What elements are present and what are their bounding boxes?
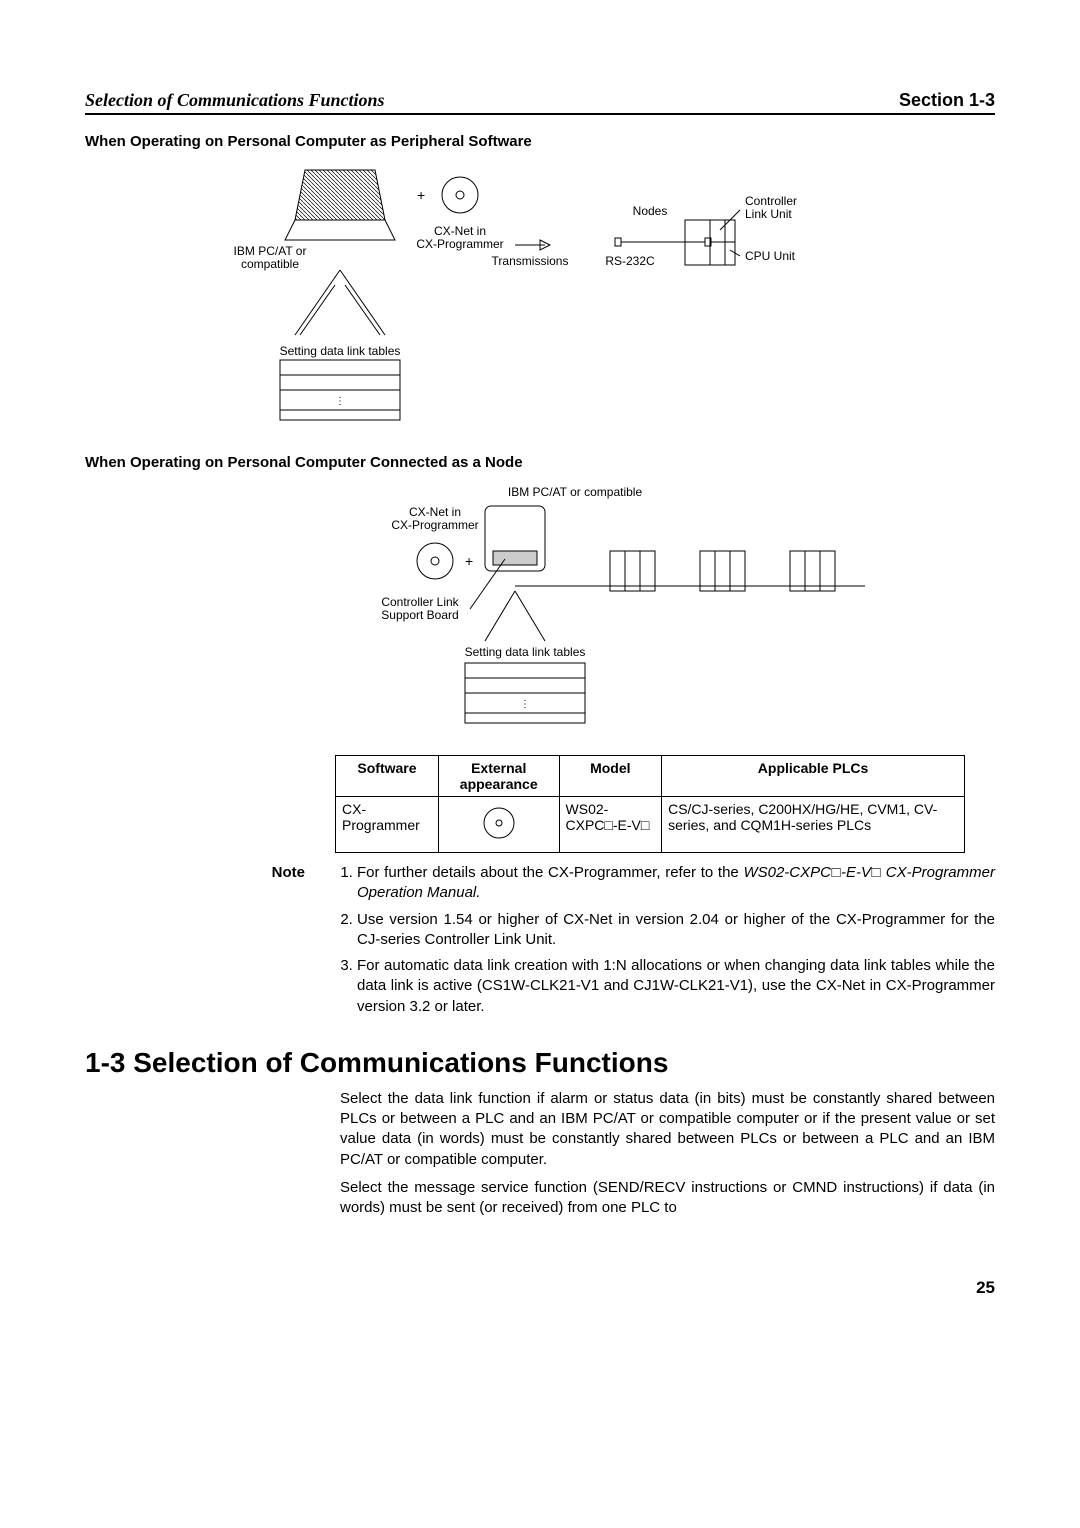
subheading-1: When Operating on Personal Computer as P… [85, 133, 995, 150]
table-row: CX-Programmer WS02-CXPC□-E-V□ CS/CJ-seri… [336, 797, 965, 853]
note-2: Use version 1.54 or higher of CX-Net in … [357, 910, 995, 951]
diag1-plus: + [417, 187, 425, 203]
para-2: Select the message service function (SEN… [340, 1178, 995, 1219]
diag1-cxnet-l1: CX-Net in [434, 224, 486, 238]
th-model: Model [559, 756, 662, 797]
diag2-plus: + [465, 553, 473, 569]
note-3: For automatic data link creation with 1:… [357, 956, 995, 1017]
diag1-ctrl-l1: Controller [745, 194, 797, 208]
diag1-cxnet-l2: CX-Programmer [416, 237, 503, 251]
diag1-ibm-l2: compatible [241, 257, 299, 271]
running-head-right: Section 1-3 [899, 90, 995, 111]
note-label: Note [245, 863, 305, 1023]
diag1-ctrl-l2: Link Unit [745, 207, 792, 221]
diag1-cpu: CPU Unit [745, 249, 796, 263]
diag2-cxnet-l1: CX-Net in [409, 505, 461, 519]
section-title: 1-3 Selection of Communications Function… [85, 1047, 995, 1079]
diag1-trans: Transmissions [492, 254, 569, 268]
page-number: 25 [85, 1278, 995, 1298]
software-table: Software External appearance Model Appli… [335, 755, 965, 853]
diag2-board-l2: Support Board [381, 608, 458, 622]
diagram-node: IBM PC/AT or compatible CX-Net in CX-Pro… [365, 481, 965, 741]
diag2-setting: Setting data link tables [465, 645, 586, 659]
cell-model: WS02-CXPC□-E-V□ [559, 797, 662, 853]
diag1-setting: Setting data link tables [280, 344, 401, 358]
note-list: For further details about the CX-Program… [329, 863, 995, 1023]
diag1-ibm-l1: IBM PC/AT or [234, 244, 307, 258]
diag2-cxnet-l2: CX-Programmer [391, 518, 478, 532]
diag1-rs232c: RS-232C [605, 254, 655, 268]
cell-appearance [438, 797, 559, 853]
diag2-board-l1: Controller Link [381, 595, 459, 609]
cell-software: CX-Programmer [336, 797, 439, 853]
para-1: Select the data link function if alarm o… [340, 1089, 995, 1170]
th-plcs: Applicable PLCs [662, 756, 965, 797]
subheading-2: When Operating on Personal Computer Conn… [85, 454, 995, 471]
diag2-ibm: IBM PC/AT or compatible [508, 485, 643, 499]
svg-text:⋮: ⋮ [335, 396, 345, 407]
svg-text:⋮: ⋮ [520, 699, 530, 710]
th-software: Software [336, 756, 439, 797]
disc-icon [481, 805, 517, 841]
cell-plcs: CS/CJ-series, C200HX/HG/HE, CVM1, CV-ser… [662, 797, 965, 853]
diagram-peripheral: IBM PC/AT or compatible + CX-Net in CX-P… [185, 160, 965, 440]
note-1: For further details about the CX-Program… [357, 863, 995, 904]
th-appearance: External appearance [438, 756, 559, 797]
diag1-nodes: Nodes [633, 204, 668, 218]
running-head-left: Selection of Communications Functions [85, 90, 385, 111]
